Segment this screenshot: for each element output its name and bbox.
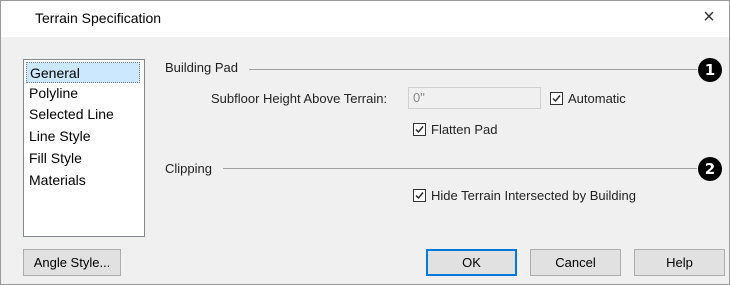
check-icon: [550, 91, 563, 105]
sidebar-item-materials[interactable]: Materials: [26, 170, 140, 191]
help-button[interactable]: Help: [634, 249, 725, 276]
ok-button[interactable]: OK: [426, 249, 517, 276]
angle-style-button[interactable]: Angle Style...: [23, 249, 121, 276]
building-pad-divider: [249, 69, 697, 70]
sidebar-item-line-style[interactable]: Line Style: [26, 126, 140, 147]
callout-badge-1: 1: [698, 58, 722, 82]
flatten-pad-label: Flatten Pad: [431, 121, 498, 137]
building-pad-group-label: Building Pad: [165, 60, 238, 75]
title-bar: Terrain Specification ×: [1, 1, 729, 37]
sidebar-item-polyline[interactable]: Polyline: [26, 83, 140, 104]
cancel-button[interactable]: Cancel: [530, 249, 621, 276]
callout-badge-2: 2: [698, 157, 722, 181]
category-list: General Polyline Selected Line Line Styl…: [23, 59, 145, 237]
flatten-pad-checkbox[interactable]: Flatten Pad: [413, 120, 498, 138]
hide-terrain-label: Hide Terrain Intersected by Building: [431, 187, 636, 203]
dialog-title: Terrain Specification: [35, 10, 162, 26]
subfloor-height-input[interactable]: 0": [408, 87, 541, 109]
automatic-label: Automatic: [568, 90, 626, 106]
check-icon: [413, 188, 426, 202]
sidebar-item-general[interactable]: General: [26, 62, 140, 83]
sidebar-item-selected-line[interactable]: Selected Line: [26, 104, 140, 125]
terrain-specification-dialog: Terrain Specification × General Polyline…: [0, 0, 730, 285]
sidebar-item-fill-style[interactable]: Fill Style: [26, 148, 140, 169]
check-icon: [413, 122, 426, 136]
hide-terrain-checkbox[interactable]: Hide Terrain Intersected by Building: [413, 186, 636, 204]
automatic-checkbox[interactable]: Automatic: [550, 89, 626, 107]
clipping-group-label: Clipping: [165, 161, 212, 176]
clipping-divider: [223, 168, 697, 169]
subfloor-height-label: Subfloor Height Above Terrain:: [211, 91, 388, 106]
close-icon[interactable]: ×: [697, 5, 721, 29]
